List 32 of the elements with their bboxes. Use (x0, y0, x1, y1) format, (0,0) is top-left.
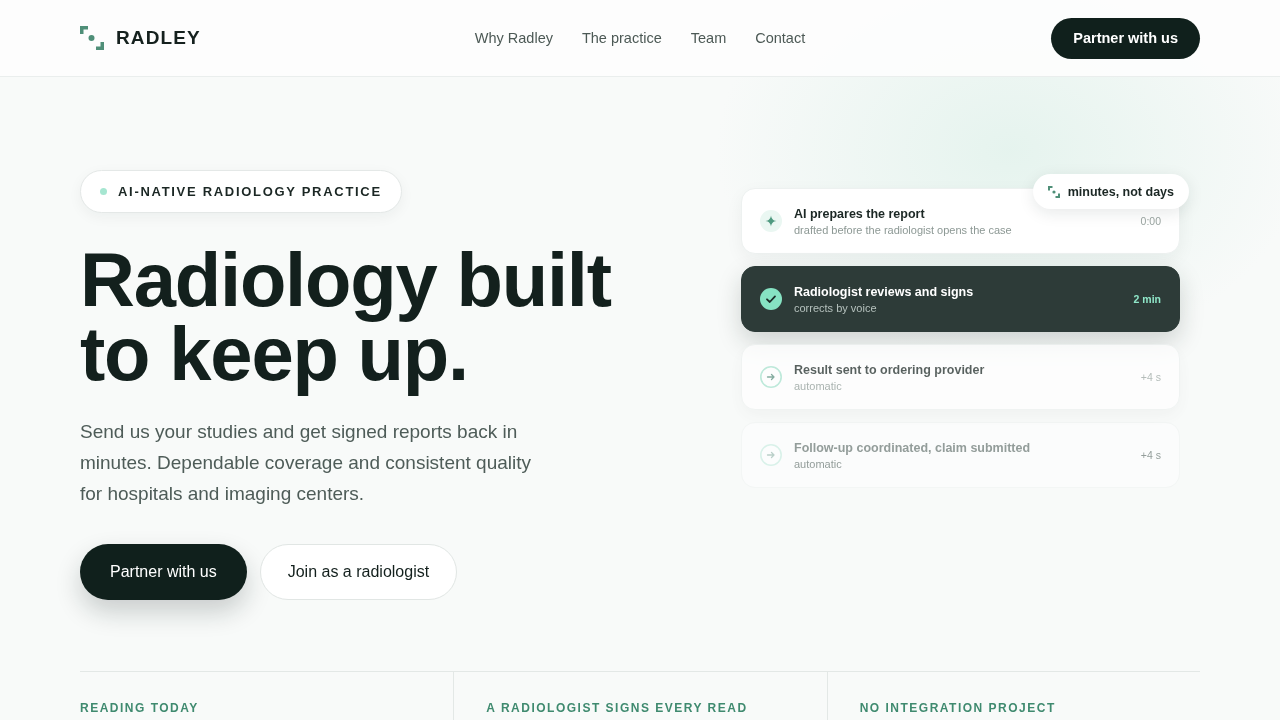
join-button[interactable]: Join as a radiologist (259, 544, 458, 600)
partner-button[interactable]: Partner with us (1051, 17, 1200, 59)
step-time: +4 s (1140, 449, 1161, 461)
step-title: Result sent to ordering provider (794, 362, 986, 377)
nav-link[interactable]: The practice (581, 30, 662, 46)
nav-link[interactable]: Why Radley (474, 30, 553, 46)
partner-button[interactable]: Partner with us (80, 544, 247, 600)
logo-text[interactable]: RADLEY (116, 27, 201, 49)
badge-text: AI-NATIVE RADIOLOGY PRACTICE (118, 184, 382, 199)
step-detail: automatic (794, 379, 843, 392)
step-detail: automatic (794, 457, 843, 470)
step-title: AI prepares the report (794, 206, 926, 221)
logo-icon (80, 26, 104, 50)
step-title: Follow-up coordinated, claim submitted (794, 440, 1032, 455)
step-title: Radiologist reviews and signs (794, 284, 975, 299)
step-detail: drafted before the radiologist opens the case (794, 223, 1013, 236)
step-time: 2 min (1133, 293, 1161, 305)
tag-text: minutes, not days (1067, 184, 1174, 199)
sparkle-icon (760, 210, 782, 232)
hero-heading: Radiology built to keep up. (80, 237, 612, 398)
stat-label: NO INTEGRATION PROJECT (859, 701, 1056, 715)
step-time: 0:00 (1140, 215, 1161, 227)
nav-link[interactable]: Team (690, 30, 727, 46)
nav-link[interactable]: Contact (755, 30, 806, 46)
brackets-icon (1047, 185, 1060, 198)
stat-label: READING TODAY (80, 701, 199, 715)
hero-paragraph: Send us your studies and get signed reports back in minutes. Dependable coverage and consistent quality for hospitals and imaging centers. (80, 420, 532, 506)
step-detail: corrects by voice (794, 301, 878, 314)
stat-label: A RADIOLOGIST SIGNS EVERY READ (486, 701, 748, 715)
check-icon (760, 288, 782, 310)
step-time: +4 s (1140, 371, 1161, 383)
dot-icon (100, 188, 107, 195)
